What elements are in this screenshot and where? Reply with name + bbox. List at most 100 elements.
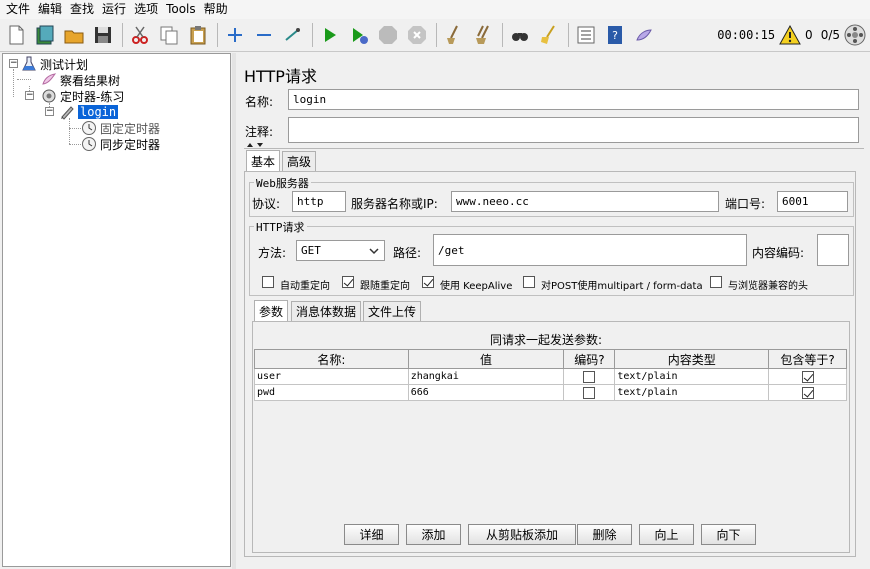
- thread-count: 0/5: [820, 28, 840, 42]
- test-plan-icon: [22, 56, 36, 71]
- protocol-label: 协议:: [252, 197, 281, 211]
- port-field[interactable]: 6001: [777, 191, 848, 212]
- templates-icon[interactable]: [33, 23, 57, 47]
- tab-basic[interactable]: 基本: [246, 150, 281, 171]
- toolbar: ? 00:00:15 0 0/5: [0, 19, 870, 52]
- menu-run[interactable]: 运行: [98, 0, 130, 19]
- expand-icon[interactable]: [223, 23, 247, 47]
- save-icon[interactable]: [91, 23, 115, 47]
- sampler-pen-icon: [61, 106, 74, 120]
- shutdown-icon[interactable]: [405, 23, 429, 47]
- comment-label: 注释:: [245, 125, 274, 139]
- column-value[interactable]: 值: [407, 349, 565, 369]
- comment-field[interactable]: [288, 117, 859, 143]
- timer-icon: [82, 121, 96, 135]
- encoding-field[interactable]: [817, 234, 849, 266]
- include-equals-checkbox[interactable]: [801, 370, 814, 383]
- protocol-field[interactable]: http: [292, 191, 346, 212]
- menu-search[interactable]: 查找: [66, 0, 98, 19]
- panel-title: HTTP请求: [244, 67, 317, 86]
- cut-icon[interactable]: [128, 23, 152, 47]
- column-name[interactable]: 名称:: [254, 349, 409, 369]
- move-down-button[interactable]: 向下: [701, 524, 756, 545]
- column-include-equals[interactable]: 包含等于?: [768, 349, 847, 369]
- add-button[interactable]: 添加: [406, 524, 461, 545]
- browser-headers-label: 与浏览器兼容的头: [728, 281, 808, 292]
- param-name[interactable]: user: [254, 368, 409, 385]
- paste-icon[interactable]: [186, 23, 210, 47]
- open-icon[interactable]: [62, 23, 86, 47]
- encode-checkbox[interactable]: [583, 370, 596, 383]
- move-up-button[interactable]: 向上: [639, 524, 694, 545]
- param-name[interactable]: pwd: [254, 384, 409, 401]
- param-content-type[interactable]: text/plain: [614, 384, 770, 401]
- warning-icon[interactable]: [779, 25, 801, 45]
- tree-node-thread-group[interactable]: 定时器-练习: [41, 88, 124, 104]
- table-row[interactable]: user zhangkai text/plain: [254, 368, 847, 385]
- start-no-pause-icon[interactable]: [347, 23, 371, 47]
- tab-file-upload[interactable]: 文件上传: [363, 301, 422, 321]
- server-label: 服务器名称或IP:: [351, 197, 438, 211]
- column-encode[interactable]: 编码?: [563, 349, 616, 369]
- port-label: 端口号:: [725, 197, 766, 211]
- param-value[interactable]: 666: [407, 384, 565, 401]
- reset-search-icon[interactable]: [537, 23, 561, 47]
- new-icon[interactable]: [4, 23, 28, 47]
- http-request-panel: HTTP请求 名称: login 注释: 基本 高级 Web服务器 协议: ht…: [236, 53, 870, 569]
- detail-button[interactable]: 详细: [344, 524, 399, 545]
- include-equals-checkbox[interactable]: [801, 386, 814, 399]
- tree-node-test-plan[interactable]: 测试计划: [21, 56, 88, 72]
- menu-bar: 文件 编辑 查找 运行 选项 Tools 帮助: [0, 0, 870, 19]
- tree-node-login-sampler[interactable]: login: [59, 104, 119, 120]
- clear-icon[interactable]: [442, 23, 466, 47]
- tree-node-sync-timer[interactable]: 同步定时器: [81, 136, 160, 152]
- menu-edit[interactable]: 编辑: [34, 0, 66, 19]
- test-plan-tree[interactable]: − 测试计划 察看结果树 − 定时器-练习 − login 固定定时器 同步定时…: [2, 53, 231, 567]
- copy-icon[interactable]: [157, 23, 181, 47]
- add-from-clipboard-button[interactable]: 从剪贴板添加: [468, 524, 576, 545]
- listener-icon: [42, 73, 57, 85]
- table-row[interactable]: pwd 666 text/plain: [254, 384, 847, 401]
- collapse-icon[interactable]: [252, 23, 276, 47]
- param-value[interactable]: zhangkai: [407, 368, 565, 385]
- help-icon[interactable]: ?: [603, 23, 627, 47]
- keepalive-checkbox[interactable]: [422, 276, 434, 288]
- remote-icon[interactable]: [632, 23, 656, 47]
- stop-icon[interactable]: [376, 23, 400, 47]
- name-label: 名称:: [245, 95, 274, 109]
- tab-body-data[interactable]: 消息体数据: [291, 301, 362, 321]
- menu-tools[interactable]: Tools: [162, 0, 200, 19]
- function-helper-icon[interactable]: [574, 23, 598, 47]
- table-header-row: 名称: 值 编码? 内容类型 包含等于?: [254, 349, 847, 369]
- toggle-icon[interactable]: [281, 23, 305, 47]
- tree-node-listener[interactable]: 察看结果树: [41, 72, 120, 88]
- redirect-auto-checkbox[interactable]: [262, 276, 274, 288]
- tab-advanced[interactable]: 高级: [282, 151, 317, 171]
- browser-headers-checkbox[interactable]: [710, 276, 722, 288]
- follow-redirects-checkbox[interactable]: [342, 276, 354, 288]
- encode-checkbox[interactable]: [583, 386, 596, 399]
- multipart-checkbox[interactable]: [523, 276, 535, 288]
- menu-file[interactable]: 文件: [2, 0, 34, 19]
- menu-options[interactable]: 选项: [130, 0, 162, 19]
- param-content-type[interactable]: text/plain: [614, 368, 770, 385]
- tree-node-constant-timer[interactable]: 固定定时器: [81, 120, 160, 136]
- search-icon[interactable]: [508, 23, 532, 47]
- menu-help[interactable]: 帮助: [200, 0, 232, 19]
- name-field[interactable]: login: [288, 89, 859, 110]
- clear-all-icon[interactable]: [471, 23, 495, 47]
- tree-toggle-sampler[interactable]: −: [45, 107, 54, 116]
- path-label: 路径:: [393, 246, 422, 260]
- path-field[interactable]: /get: [433, 234, 747, 266]
- parameters-table[interactable]: 名称: 值 编码? 内容类型 包含等于? user zhangkai text/…: [254, 349, 847, 401]
- method-select[interactable]: GET: [296, 240, 385, 261]
- column-content-type[interactable]: 内容类型: [614, 349, 770, 369]
- redirect-auto-label: 自动重定向: [280, 281, 330, 292]
- tab-parameters[interactable]: 参数: [254, 300, 289, 321]
- timer-icon: [82, 137, 96, 151]
- start-icon[interactable]: [318, 23, 342, 47]
- tree-toggle-root[interactable]: −: [9, 59, 18, 68]
- delete-button[interactable]: 删除: [577, 524, 632, 545]
- server-field[interactable]: www.neeo.cc: [451, 191, 719, 212]
- tree-toggle-thread-group[interactable]: −: [25, 91, 34, 100]
